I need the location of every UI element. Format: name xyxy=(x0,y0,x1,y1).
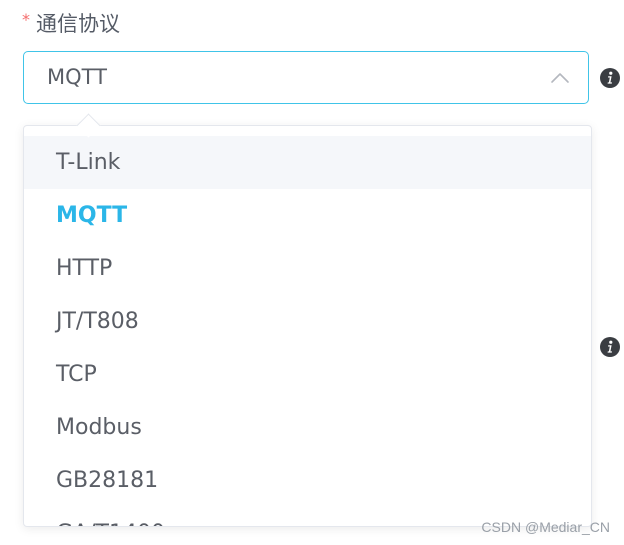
option-item[interactable]: TCP xyxy=(24,348,591,401)
info-circle-icon[interactable] xyxy=(599,67,621,89)
required-asterisk: * xyxy=(22,9,30,29)
option-item[interactable]: JT/T808 xyxy=(24,295,591,348)
protocol-option-list: T-Link MQTT HTTP JT/T808 TCP Modbus GB28… xyxy=(24,126,591,526)
option-item[interactable]: MQTT xyxy=(24,189,591,242)
form-page: * 通信协议 MQTT T-Link MQTT HTTP JT/T808 TCP… xyxy=(0,0,624,545)
protocol-select[interactable]: MQTT xyxy=(23,51,589,104)
chevron-up-icon[interactable] xyxy=(548,66,572,90)
option-item[interactable]: HTTP xyxy=(24,242,591,295)
protocol-select-value: MQTT xyxy=(47,65,107,89)
watermark: CSDN @Mediar_CN xyxy=(481,519,610,535)
option-item[interactable]: Modbus xyxy=(24,401,591,454)
info-circle-icon[interactable] xyxy=(599,336,621,358)
option-item[interactable]: GB28181 xyxy=(24,454,591,507)
protocol-field-label: * 通信协议 xyxy=(22,6,120,40)
protocol-label-text: 通信协议 xyxy=(36,12,120,36)
protocol-dropdown-menu: T-Link MQTT HTTP JT/T808 TCP Modbus GB28… xyxy=(23,125,592,527)
option-item[interactable]: T-Link xyxy=(24,136,591,189)
